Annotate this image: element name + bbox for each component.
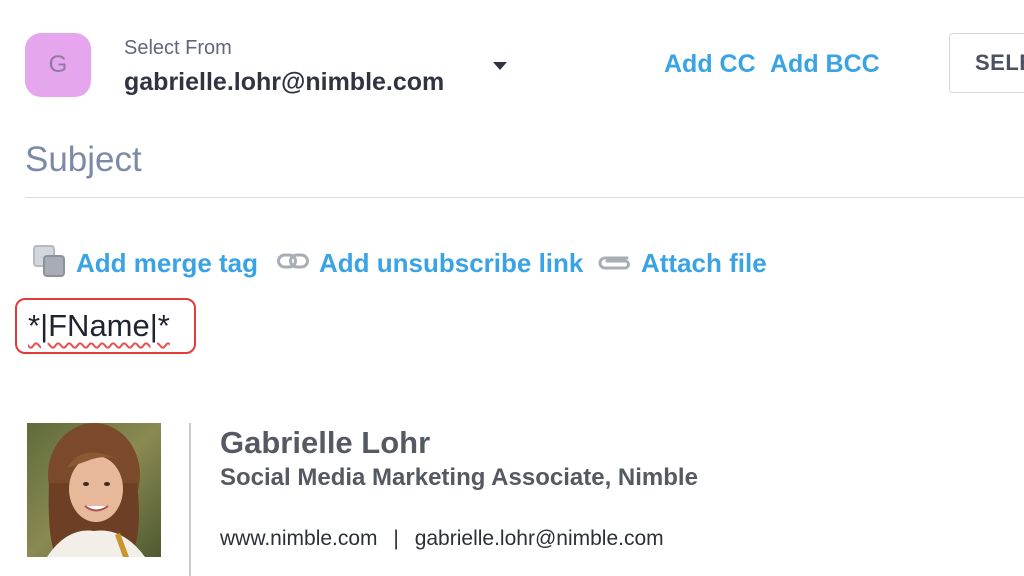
signature-title: Social Media Marketing Associate, Nimble	[220, 464, 698, 491]
merge-field-highlight: *|FName|*	[15, 298, 196, 354]
signature-email-link[interactable]: gabrielle.lohr@nimble.com	[415, 527, 664, 550]
chevron-down-icon[interactable]	[488, 58, 512, 74]
avatar-initial: G	[48, 51, 68, 78]
select-button-label: SELE	[975, 50, 1024, 75]
add-merge-tag-button[interactable]: Add merge tag	[32, 244, 259, 283]
signature-name: Gabrielle Lohr	[220, 425, 431, 460]
paperclip-icon	[597, 252, 631, 275]
add-cc-link[interactable]: Add CC	[664, 50, 756, 79]
signature-contact: www.nimble.com | gabrielle.lohr@nimble.c…	[220, 527, 664, 551]
sender-email-select[interactable]: gabrielle.lohr@nimble.com	[124, 68, 444, 97]
attach-file-label: Attach file	[641, 247, 767, 278]
merge-tag-icon	[32, 244, 66, 283]
add-unsubscribe-link-button[interactable]: Add unsubscribe link	[277, 246, 583, 280]
signature-photo	[27, 423, 161, 557]
signature-divider	[189, 423, 191, 576]
attach-file-button[interactable]: Attach file	[597, 246, 767, 280]
link-icon	[277, 251, 309, 276]
add-merge-tag-label: Add merge tag	[76, 247, 259, 278]
select-from-label: Select From	[124, 37, 232, 59]
add-bcc-link[interactable]: Add BCC	[770, 50, 880, 79]
subject-input[interactable]: Subject	[25, 140, 1024, 198]
signature-separator: |	[393, 527, 399, 550]
signature-website-link[interactable]: www.nimble.com	[220, 527, 378, 550]
merge-field-text[interactable]: *|FName|*	[28, 308, 170, 344]
add-unsubscribe-link-label: Add unsubscribe link	[319, 247, 584, 278]
select-button[interactable]: SELE	[949, 33, 1024, 93]
sender-avatar: G	[25, 33, 91, 97]
subject-placeholder: Subject	[25, 140, 142, 179]
